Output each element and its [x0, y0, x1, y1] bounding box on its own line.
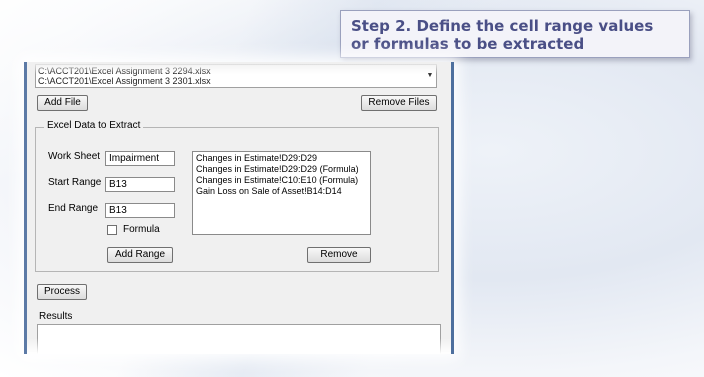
range-list-item[interactable]: Changes in Estimate!D29:D29	[196, 153, 367, 164]
formula-label: Formula	[123, 224, 160, 235]
start-range-label: Start Range	[48, 177, 102, 188]
extractor-window: C:\ACCT201\Excel Assignment 3 2294.xlsx …	[24, 62, 454, 354]
process-button[interactable]: Process	[37, 284, 87, 300]
range-list-item[interactable]: Changes in Estimate!C10:E10 (Formula)	[196, 175, 367, 186]
start-range-input[interactable]: B13	[105, 177, 175, 192]
fade-overlay-top	[27, 62, 451, 74]
fade-overlay-bottom	[27, 338, 451, 354]
step-callout: Step 2. Define the cell range values or …	[340, 10, 690, 58]
results-label: Results	[39, 311, 73, 322]
callout-line-2: or formulas to be extracted	[351, 35, 585, 53]
end-range-input[interactable]: B13	[105, 203, 175, 218]
range-list-item[interactable]: Gain Loss on Sale of Asset!B14:D14	[196, 186, 367, 197]
callout-line-1: Step 2. Define the cell range values	[351, 17, 654, 35]
formula-checkbox[interactable]	[107, 225, 117, 235]
worksheet-input[interactable]: Impairment	[105, 151, 175, 166]
range-list-item[interactable]: Changes in Estimate!D29:D29 (Formula)	[196, 164, 367, 175]
worksheet-label: Work Sheet	[48, 151, 101, 162]
file-list-item[interactable]: C:\ACCT201\Excel Assignment 3 2301.xlsx	[38, 76, 434, 86]
add-range-button[interactable]: Add Range	[107, 247, 173, 263]
extract-group-title: Excel Data to Extract	[44, 120, 144, 131]
range-list[interactable]: Changes in Estimate!D29:D29 Changes in E…	[192, 151, 371, 235]
remove-range-button[interactable]: Remove	[307, 247, 371, 263]
add-file-button[interactable]: Add File	[37, 95, 88, 111]
end-range-label: End Range	[48, 203, 99, 214]
remove-files-button[interactable]: Remove Files	[361, 95, 437, 111]
